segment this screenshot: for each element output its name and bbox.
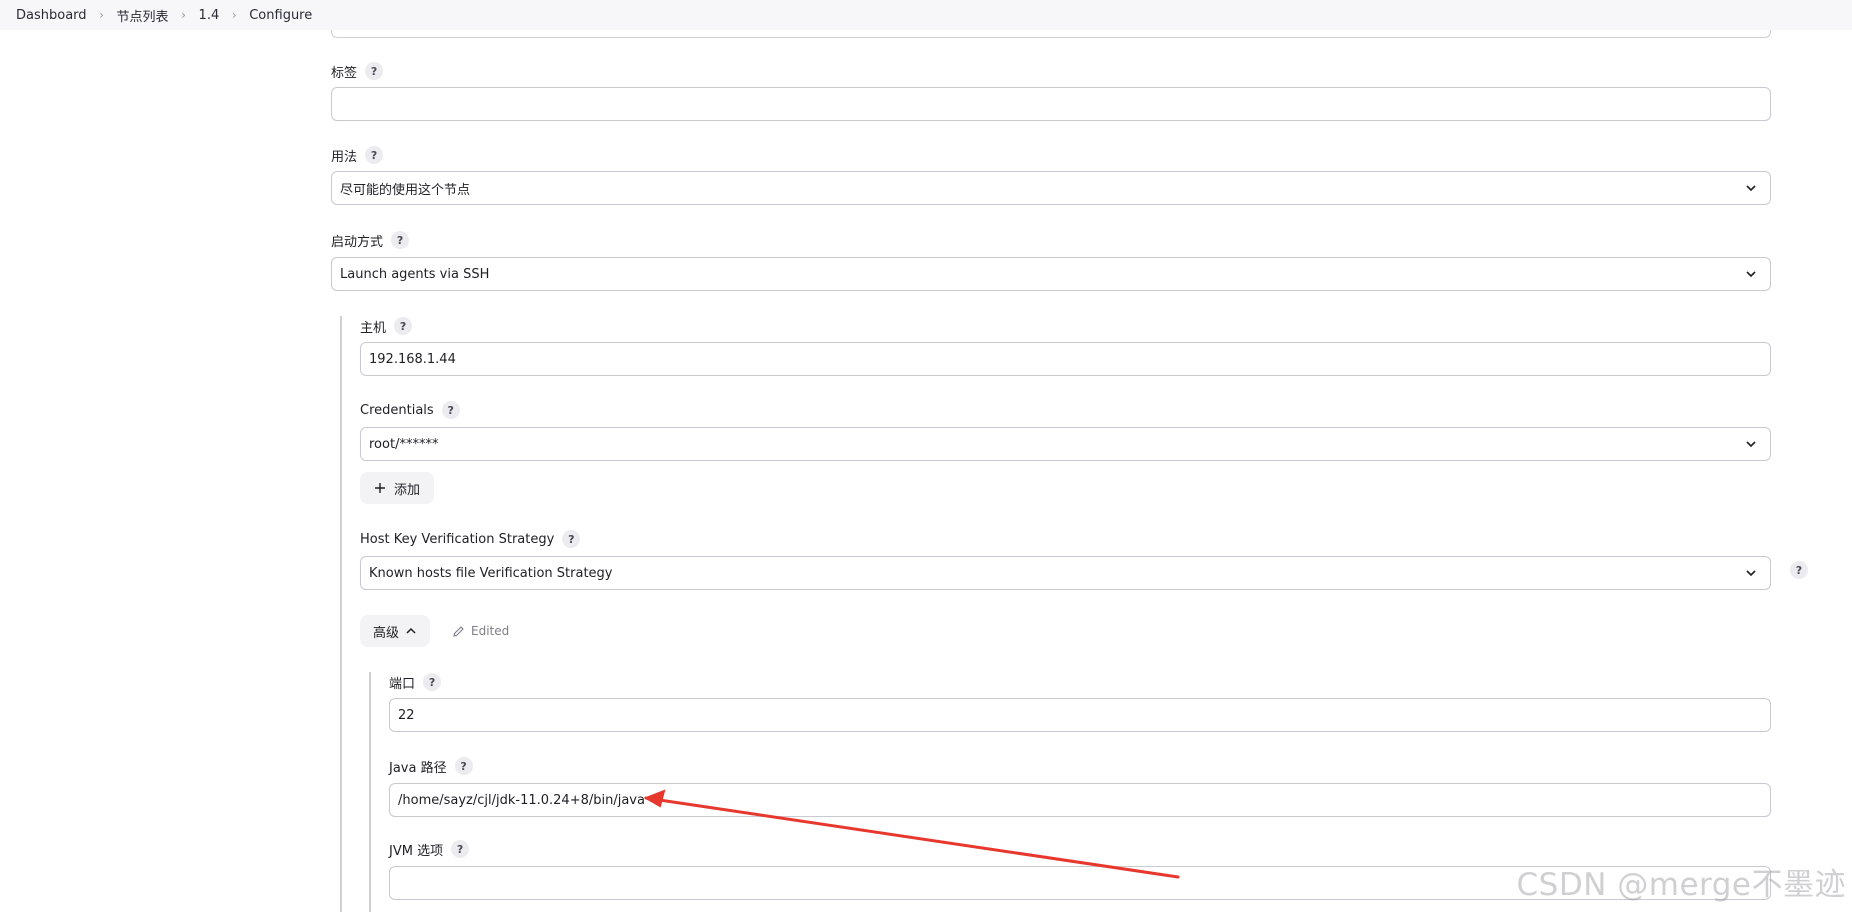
port-field-label: 端口 ? xyxy=(389,672,442,692)
launch-method-select-value: Launch agents via SSH xyxy=(340,266,490,282)
credentials-select[interactable]: root/****** xyxy=(360,427,1771,461)
help-icon[interactable]: ? xyxy=(365,62,384,80)
credentials-field-label: Credentials ? xyxy=(360,400,460,420)
node-configure-page: Dashboard › 节点列表 › 1.4 › Configure 标签 ? … xyxy=(0,0,1852,912)
port-label-text: 端口 xyxy=(389,676,416,692)
pencil-icon xyxy=(453,625,464,637)
labels-field-label: 标签 ? xyxy=(331,61,384,81)
labels-label-text: 标签 xyxy=(331,65,358,81)
help-icon[interactable]: ? xyxy=(451,840,470,858)
usage-label-text: 用法 xyxy=(331,149,358,165)
labels-input[interactable] xyxy=(331,87,1771,121)
watermark: CSDN @merge不墨迹 xyxy=(1516,867,1846,903)
chevron-down-icon xyxy=(1746,185,1756,192)
chevron-down-icon xyxy=(1746,441,1756,448)
edited-label: Edited xyxy=(471,624,510,638)
breadcrumb-dashboard[interactable]: Dashboard xyxy=(16,8,87,23)
chevron-up-icon xyxy=(406,627,416,634)
advanced-toggle-button[interactable]: 高级 xyxy=(360,615,430,647)
breadcrumb-configure[interactable]: Configure xyxy=(249,8,312,23)
launch-method-select[interactable]: Launch agents via SSH xyxy=(331,257,1771,291)
help-icon[interactable]: ? xyxy=(391,231,410,249)
edited-indicator: Edited xyxy=(452,621,509,641)
usage-select[interactable]: 尽可能的使用这个节点 xyxy=(331,171,1771,205)
breadcrumb-node-list[interactable]: 节点列表 xyxy=(117,6,169,25)
host-input[interactable]: 192.168.1.44 xyxy=(360,342,1771,376)
chevron-right-icon: › xyxy=(231,8,237,22)
previous-field-edge xyxy=(331,30,1771,38)
java-path-input[interactable]: /home/sayz/cjl/jdk-11.0.24+8/bin/java xyxy=(389,783,1771,817)
help-icon[interactable]: ? xyxy=(423,673,442,691)
host-key-strategy-select[interactable]: Known hosts file Verification Strategy xyxy=(360,556,1771,590)
breadcrumb: Dashboard › 节点列表 › 1.4 › Configure xyxy=(16,5,312,25)
host-label-text: 主机 xyxy=(360,320,387,336)
help-icon[interactable]: ? xyxy=(562,530,581,548)
add-credentials-button[interactable]: 添加 xyxy=(360,472,434,504)
jvm-options-field-label: JVM 选项 ? xyxy=(389,839,470,859)
help-icon[interactable]: ? xyxy=(1790,561,1808,579)
ssh-section-bar xyxy=(340,316,342,912)
host-field-label: 主机 ? xyxy=(360,316,413,336)
launch-method-field-label: 启动方式 ? xyxy=(331,230,410,250)
help-icon[interactable]: ? xyxy=(365,146,384,164)
plus-icon xyxy=(374,483,385,493)
java-path-label-text: Java 路径 xyxy=(389,760,447,776)
jvm-options-label-text: JVM 选项 xyxy=(389,843,444,859)
advanced-button-label: 高级 xyxy=(372,625,399,641)
help-icon[interactable]: ? xyxy=(394,317,413,335)
breadcrumb-bar: Dashboard › 节点列表 › 1.4 › Configure xyxy=(0,0,1852,30)
breadcrumb-node[interactable]: 1.4 xyxy=(199,8,220,23)
host-key-field-label: Host Key Verification Strategy ? xyxy=(360,529,581,549)
chevron-down-icon xyxy=(1746,570,1756,577)
add-button-label: 添加 xyxy=(393,482,420,498)
credentials-label-text: Credentials xyxy=(360,402,434,418)
chevron-down-icon xyxy=(1746,271,1756,278)
advanced-section-bar xyxy=(369,672,371,912)
chevron-right-icon: › xyxy=(181,8,186,22)
help-icon[interactable]: ? xyxy=(441,401,460,419)
host-key-label-text: Host Key Verification Strategy xyxy=(360,531,555,547)
help-icon[interactable]: ? xyxy=(454,757,473,775)
java-path-field-label: Java 路径 ? xyxy=(389,756,473,776)
launch-method-label-text: 启动方式 xyxy=(331,234,384,250)
usage-select-value: 尽可能的使用这个节点 xyxy=(340,182,471,198)
chevron-right-icon: › xyxy=(99,8,104,22)
port-input[interactable]: 22 xyxy=(389,698,1771,732)
credentials-select-value: root/****** xyxy=(369,436,439,452)
host-key-select-value: Known hosts file Verification Strategy xyxy=(369,565,613,581)
usage-field-label: 用法 ? xyxy=(331,145,384,165)
